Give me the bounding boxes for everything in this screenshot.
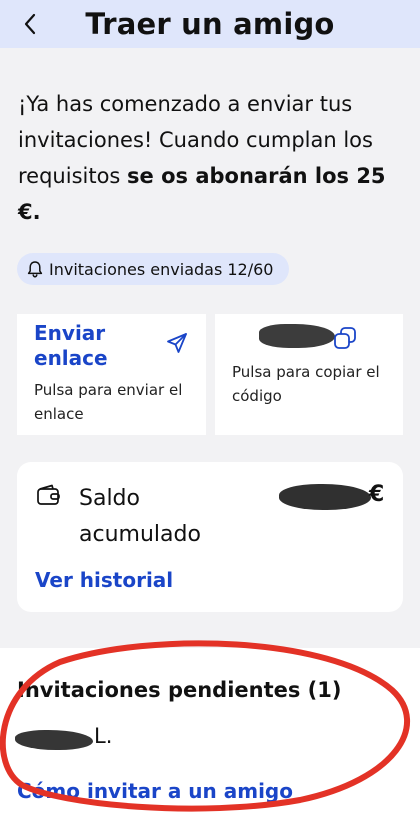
- how-to-invite-link[interactable]: Cómo invitar a un amigo: [17, 779, 293, 803]
- header-bar: Traer un amigo: [0, 0, 420, 48]
- pending-invitations-title: Invitaciones pendientes (1): [17, 678, 342, 702]
- send-link-card[interactable]: Enviar enlace Pulsa para enviar el enlac…: [17, 314, 206, 435]
- bell-icon: [27, 260, 43, 278]
- balance-currency: €: [369, 482, 385, 507]
- page-title: Traer un amigo: [85, 7, 335, 41]
- invites-sent-label: Invitaciones enviadas 12/60: [49, 259, 274, 279]
- send-link-description: Pulsa para enviar el enlace: [34, 381, 183, 423]
- redacted-code: [259, 324, 335, 348]
- wallet-icon: [36, 484, 62, 510]
- chevron-left-icon[interactable]: [18, 10, 42, 38]
- invites-sent-chip: Invitaciones enviadas 12/60: [17, 253, 289, 285]
- copy-icon: [333, 326, 357, 354]
- balance-card: Saldo acumulado € Ver historial: [17, 462, 403, 612]
- send-icon: [166, 332, 188, 358]
- redacted-invitee-name: [15, 730, 93, 750]
- view-history-link[interactable]: Ver historial: [35, 568, 173, 592]
- intro-text: ¡Ya has comenzado a enviar tus invitacio…: [18, 86, 410, 230]
- redacted-balance: [279, 484, 371, 510]
- copy-code-description: Pulsa para copiar el código: [232, 363, 380, 405]
- invitee-name-suffix: L.: [94, 724, 113, 748]
- copy-code-card[interactable]: Pulsa para copiar el código: [215, 314, 403, 435]
- send-link-title: Enviar enlace: [34, 321, 108, 370]
- pending-invitations-section: Invitaciones pendientes (1) L. Cómo invi…: [0, 648, 420, 827]
- balance-label: Saldo acumulado: [79, 486, 201, 547]
